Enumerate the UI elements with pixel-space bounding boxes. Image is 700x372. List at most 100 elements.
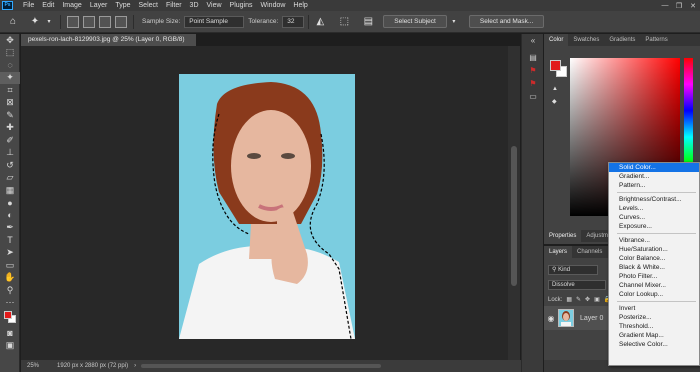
rectangle-tool-icon[interactable]: ▭ xyxy=(0,259,20,272)
document-tab[interactable]: pexels-ron-lach-8129903.jpg @ 25% (Layer… xyxy=(21,34,196,55)
lock-position-icon[interactable]: ✥ xyxy=(585,296,590,303)
blur-tool-icon[interactable]: ● xyxy=(0,197,20,210)
lock-pixels-icon[interactable]: ✎ xyxy=(576,296,581,303)
menu-3d[interactable]: 3D xyxy=(186,2,203,9)
crop-tool-icon[interactable]: ⌗ xyxy=(0,84,20,97)
clone-stamp-icon[interactable]: ⊥ xyxy=(0,147,20,160)
pen-tool-icon[interactable]: ✒ xyxy=(0,222,20,235)
menu-image[interactable]: Image xyxy=(58,2,85,9)
chevron-down-icon[interactable]: ▾ xyxy=(447,15,461,29)
hand-tool-icon[interactable]: ✋ xyxy=(0,272,20,285)
menu-layer[interactable]: Layer xyxy=(86,2,112,9)
lock-transparent-icon[interactable]: ▦ xyxy=(566,296,572,303)
menu-item-threshold[interactable]: Threshold... xyxy=(609,322,699,331)
zoom-tool-icon[interactable]: ⚲ xyxy=(0,284,20,297)
menu-item-channel-mixer[interactable]: Channel Mixer... xyxy=(609,281,699,290)
menu-item-vibrance[interactable]: Vibrance... xyxy=(609,236,699,245)
menu-view[interactable]: View xyxy=(203,2,226,9)
menu-type[interactable]: Type xyxy=(111,2,134,9)
tab-channels[interactable]: Channels xyxy=(572,246,607,258)
color-swatches-icon[interactable] xyxy=(0,309,20,327)
brush-tool-icon[interactable]: ✐ xyxy=(0,134,20,147)
gradient-tool-icon[interactable]: ▦ xyxy=(0,184,20,197)
canvas-image[interactable] xyxy=(179,74,355,339)
lock-artboard-icon[interactable]: ▣ xyxy=(594,296,600,303)
tab-patterns[interactable]: Patterns xyxy=(640,34,672,46)
layer-name[interactable]: Layer 0 xyxy=(580,315,603,322)
horizontal-scroll-thumb[interactable] xyxy=(141,364,381,368)
type-tool-icon[interactable]: T xyxy=(0,234,20,247)
rectangle-icon[interactable]: ▭ xyxy=(522,90,544,103)
magic-wand-tool-icon[interactable]: ✦ xyxy=(0,71,20,84)
tab-swatches[interactable]: Swatches xyxy=(568,34,604,46)
menu-item-color-lookup[interactable]: Color Lookup... xyxy=(609,290,699,299)
tab-layers[interactable]: Layers xyxy=(544,246,573,258)
zoom-level[interactable]: 25% xyxy=(27,363,39,369)
tab-gradients[interactable]: Gradients xyxy=(604,34,640,46)
history-icon[interactable]: ▤ xyxy=(522,51,544,64)
menu-select[interactable]: Select xyxy=(135,2,162,9)
select-subject-button[interactable]: Select Subject xyxy=(383,15,447,28)
move-tool-icon[interactable]: ✥ xyxy=(0,34,20,47)
dodge-tool-icon[interactable]: ◐ xyxy=(0,209,20,222)
tab-properties[interactable]: Properties xyxy=(544,230,582,242)
close-window-button[interactable]: ✕ xyxy=(686,2,700,10)
quick-mask-icon[interactable]: ◙ xyxy=(0,327,20,340)
lasso-tool-icon[interactable]: ◌ xyxy=(0,59,20,72)
new-selection-icon[interactable] xyxy=(67,15,79,28)
menu-item-levels[interactable]: Levels... xyxy=(609,204,699,213)
menu-item-posterize[interactable]: Posterize... xyxy=(609,313,699,322)
sample-size-dropdown[interactable]: Point Sample xyxy=(184,15,245,28)
chevron-down-icon[interactable]: ▾ xyxy=(42,15,56,29)
more-tools-icon[interactable]: ⋯ xyxy=(0,297,20,310)
intersect-selection-icon[interactable] xyxy=(115,15,127,28)
foreground-color-swatch[interactable] xyxy=(550,60,561,71)
healing-brush-icon[interactable]: ✚ xyxy=(0,122,20,135)
menu-item-solid-color[interactable]: Solid Color... xyxy=(609,163,699,172)
menu-item-pattern[interactable]: Pattern... xyxy=(609,181,699,190)
menu-window[interactable]: Window xyxy=(257,2,290,9)
menu-item-curves[interactable]: Curves... xyxy=(609,213,699,222)
menu-item-brightness-contrast[interactable]: Brightness/Contrast... xyxy=(609,195,699,204)
chevron-right-icon[interactable]: › xyxy=(134,363,136,369)
blend-mode-dropdown[interactable]: Dissolve xyxy=(548,279,606,290)
subtract-from-selection-icon[interactable] xyxy=(99,15,111,28)
menu-item-gradient-map[interactable]: Gradient Map... xyxy=(609,331,699,340)
tolerance-input[interactable]: 32 xyxy=(282,15,305,28)
scroll-thumb[interactable] xyxy=(511,146,517,286)
menu-item-black-white[interactable]: Black & White... xyxy=(609,263,699,272)
menu-item-gradient[interactable]: Gradient... xyxy=(609,172,699,181)
flag-icon[interactable]: ⚑ xyxy=(522,77,544,90)
menu-item-color-balance[interactable]: Color Balance... xyxy=(609,254,699,263)
menu-item-photo-filter[interactable]: Photo Filter... xyxy=(609,272,699,281)
eyedropper-tool-icon[interactable]: ✎ xyxy=(0,109,20,122)
maximize-button[interactable]: ❐ xyxy=(672,2,686,10)
visibility-eye-icon[interactable]: ◉ xyxy=(544,314,558,323)
menu-item-selective-color[interactable]: Selective Color... xyxy=(609,340,699,349)
home-icon[interactable]: ⌂ xyxy=(6,15,20,29)
menu-file[interactable]: File xyxy=(19,2,38,9)
tab-color[interactable]: Color xyxy=(544,34,569,46)
filter-kind-dropdown[interactable]: ⚲ Kind xyxy=(548,264,598,275)
vertical-scrollbar[interactable] xyxy=(508,46,520,360)
menu-item-hue-saturation[interactable]: Hue/Saturation... xyxy=(609,245,699,254)
frame-tool-icon[interactable]: ⊠ xyxy=(0,97,20,110)
menu-item-invert[interactable]: Invert xyxy=(609,304,699,313)
path-selection-icon[interactable]: ➤ xyxy=(0,247,20,260)
menu-plugins[interactable]: Plugins xyxy=(226,2,257,9)
select-and-mask-button[interactable]: Select and Mask... xyxy=(468,15,545,28)
anti-alias-icon[interactable]: ◭ xyxy=(313,15,327,29)
collapse-icon[interactable]: « xyxy=(522,34,544,47)
add-to-selection-icon[interactable] xyxy=(83,15,95,28)
minimize-button[interactable]: — xyxy=(658,2,672,10)
flag-icon[interactable]: ⚑ xyxy=(522,64,544,77)
marquee-tool-icon[interactable]: ⬚ xyxy=(0,47,20,60)
menu-help[interactable]: Help xyxy=(289,2,311,9)
screen-mode-icon[interactable]: ▣ xyxy=(0,340,20,353)
eraser-tool-icon[interactable]: ▱ xyxy=(0,172,20,185)
magic-wand-tool-icon[interactable]: ✦ xyxy=(28,15,42,29)
menu-filter[interactable]: Filter xyxy=(162,2,186,9)
history-brush-icon[interactable]: ↺ xyxy=(0,159,20,172)
contiguous-icon[interactable]: ⬚ xyxy=(337,15,351,29)
menu-edit[interactable]: Edit xyxy=(38,2,58,9)
